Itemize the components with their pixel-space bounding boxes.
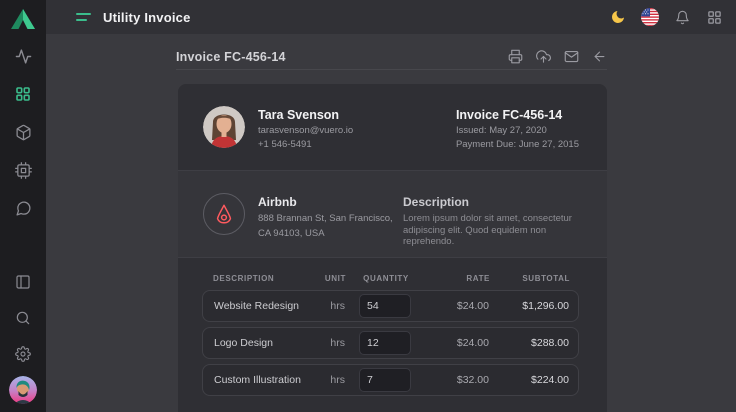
activity-icon [15, 48, 32, 65]
company-address-line1: 888 Brannan St, San Francisco, [258, 213, 393, 224]
apps-menu-button[interactable] [705, 8, 723, 26]
invoice-parties-section: Tara Svenson tarasvenson@vuero.io +1 546… [178, 84, 607, 170]
client-email: tarasvenson@vuero.io [258, 125, 353, 136]
client-info: Tara Svenson tarasvenson@vuero.io +1 546… [258, 106, 353, 170]
bell-icon [675, 10, 690, 25]
invoice-issued-date: Issued: May 27, 2020 [456, 125, 579, 136]
app-logo[interactable] [10, 7, 36, 31]
dashboard-grid-icon [15, 86, 31, 102]
table-row: Custom Illustrations hrs $32.00 $224.00 [202, 364, 579, 396]
airbnb-icon [213, 203, 235, 225]
company-section: Airbnb 888 Brannan St, San Francisco, CA… [178, 170, 607, 258]
quantity-input[interactable] [359, 331, 411, 355]
sidebar-item-messages[interactable] [0, 189, 46, 227]
user-avatar[interactable] [9, 376, 37, 404]
cloud-upload-icon[interactable] [536, 49, 551, 64]
item-subtotal: $288.00 [503, 337, 569, 349]
invoice-actions [508, 49, 607, 66]
item-rate: $32.00 [425, 374, 489, 386]
quantity-input[interactable] [359, 368, 411, 392]
invoice-card: Tara Svenson tarasvenson@vuero.io +1 546… [178, 84, 607, 412]
search-icon [15, 310, 31, 326]
box-icon [15, 124, 32, 141]
invoice-heading: Invoice FC-456-14 [176, 50, 286, 64]
sidebar-item-search[interactable] [0, 300, 46, 336]
company-name: Airbnb [258, 195, 393, 209]
logo-triangle-icon [10, 8, 36, 30]
cpu-icon [15, 162, 32, 179]
column-header-description: DESCRIPTION [213, 274, 302, 283]
column-header-rate: RATE [426, 274, 490, 283]
table-row: Logo Design hrs $24.00 $288.00 [202, 327, 579, 359]
company-info: Airbnb 888 Brannan St, San Francisco, CA… [258, 193, 393, 257]
item-unit: hrs [315, 300, 345, 312]
item-description: Custom Illustrations [214, 374, 301, 386]
chat-bubble-icon [15, 200, 32, 217]
gear-icon [15, 346, 31, 362]
sidebar-item-panels[interactable] [0, 264, 46, 300]
notifications-button[interactable] [673, 8, 691, 26]
line-items-section: DESCRIPTION UNIT QUANTITY RATE SUBTOTAL … [178, 258, 607, 396]
main-content: Invoice FC-456-14 [46, 34, 736, 412]
table-header: DESCRIPTION UNIT QUANTITY RATE SUBTOTAL [202, 274, 579, 290]
item-subtotal: $1,296.00 [503, 300, 569, 312]
invoice-meta: Invoice FC-456-14 Issued: May 27, 2020 P… [456, 106, 579, 170]
moon-icon [610, 9, 626, 25]
mail-icon[interactable] [564, 49, 579, 64]
hamburger-icon[interactable] [76, 13, 91, 21]
description-body: Lorem ipsum dolor sit amet, consectetur … [403, 213, 579, 248]
item-description: Logo Design [214, 337, 301, 349]
sidebar-item-settings[interactable] [0, 336, 46, 372]
page-title: Utility Invoice [103, 10, 191, 25]
panel-icon [15, 274, 31, 290]
column-header-quantity: QUANTITY [360, 274, 412, 283]
sidebar [0, 0, 46, 412]
company-logo [203, 193, 245, 235]
invoice-number: Invoice FC-456-14 [456, 108, 579, 122]
description-title: Description [403, 195, 579, 209]
sidebar-item-components[interactable] [0, 113, 46, 151]
item-unit: hrs [315, 374, 345, 386]
item-rate: $24.00 [425, 300, 489, 312]
company-address-line2: CA 94103, USA [258, 228, 393, 239]
column-header-subtotal: SUBTOTAL [504, 274, 570, 283]
sidebar-item-dashboards[interactable] [0, 75, 46, 113]
page-header: Invoice FC-456-14 [176, 45, 607, 70]
quantity-input[interactable] [359, 294, 411, 318]
sidebar-item-elements[interactable] [0, 151, 46, 189]
invoice-due-date: Payment Due: June 27, 2015 [456, 139, 579, 150]
apps-grid-icon [707, 10, 722, 25]
column-header-unit: UNIT [316, 274, 346, 283]
printer-icon[interactable] [508, 49, 523, 64]
sidebar-item-activity[interactable] [0, 37, 46, 75]
client-avatar [203, 106, 245, 148]
description-block: Description Lorem ipsum dolor sit amet, … [403, 193, 579, 257]
client-name: Tara Svenson [258, 108, 353, 122]
sidebar-bottom-group [0, 264, 46, 412]
arrow-left-icon[interactable] [592, 49, 607, 64]
item-description: Website Redesign [214, 300, 301, 312]
client-phone: +1 546-5491 [258, 139, 353, 150]
navbar: Utility Invoice [46, 0, 736, 34]
language-selector[interactable] [641, 8, 659, 26]
table-row: Website Redesign hrs $24.00 $1,296.00 [202, 290, 579, 322]
us-flag-icon [641, 8, 659, 26]
item-unit: hrs [315, 337, 345, 349]
navbar-actions [609, 8, 736, 26]
dark-mode-toggle[interactable] [609, 8, 627, 26]
item-rate: $24.00 [425, 337, 489, 349]
item-subtotal: $224.00 [503, 374, 569, 386]
